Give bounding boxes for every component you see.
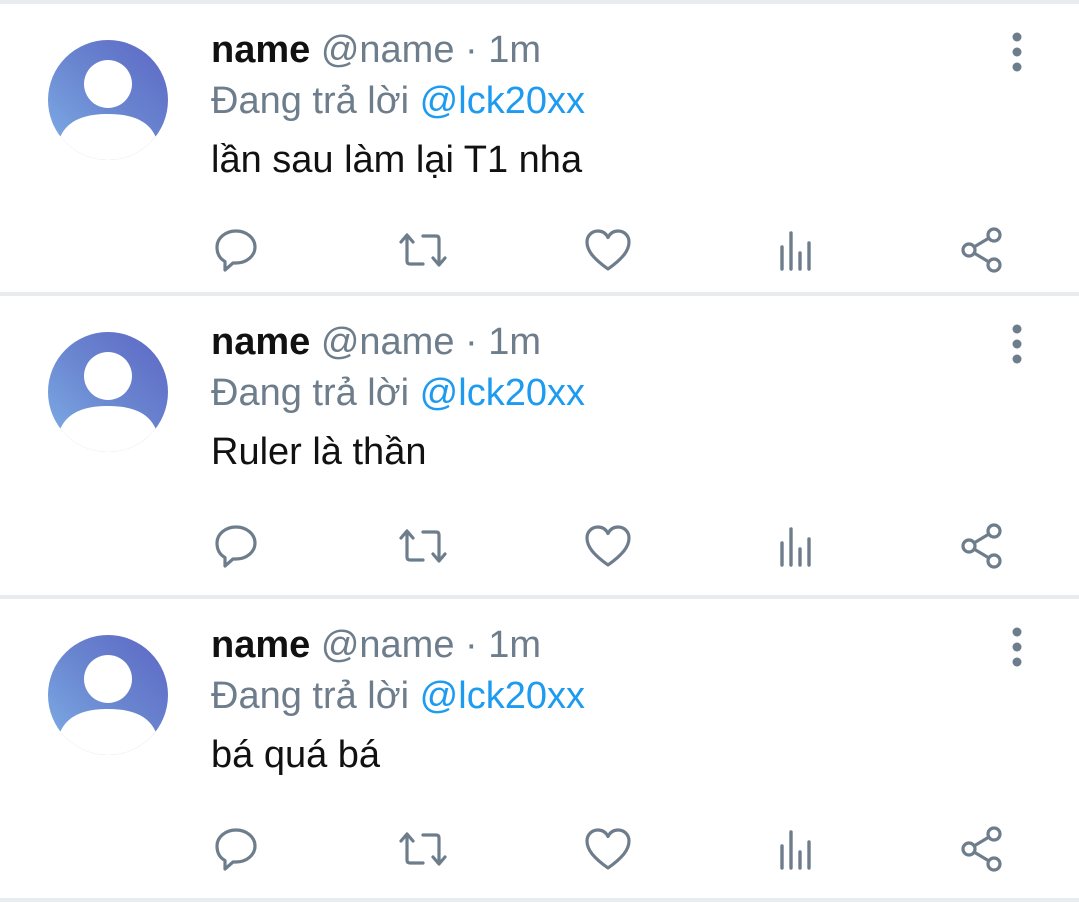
avatar[interactable] [48, 635, 168, 755]
separator-dot: · [465, 624, 478, 666]
avatar[interactable] [48, 332, 168, 452]
replying-to: Đang trả lời @lck20xx [211, 76, 1079, 126]
retweet-button[interactable] [393, 220, 453, 280]
retweet-button[interactable] [393, 516, 453, 576]
share-button[interactable] [952, 516, 1012, 576]
comment-bubble-icon [215, 525, 257, 568]
tweet-actions [0, 516, 1079, 576]
heart-icon [585, 229, 631, 271]
author-handle[interactable]: @name [321, 624, 455, 666]
default-user-avatar-icon [56, 352, 160, 452]
bar-chart-icon [780, 231, 811, 271]
tweet-content: name @name · 1m Đang trả lời @lck20xx Ru… [211, 318, 1079, 478]
author-name[interactable]: name [211, 29, 310, 71]
reply-button[interactable] [206, 220, 266, 280]
separator-dot: · [465, 29, 478, 71]
replying-to: Đang trả lời @lck20xx [211, 368, 1079, 418]
replying-to-label: Đang trả lời [211, 80, 410, 122]
tweet-text: bá quá bá [211, 734, 381, 776]
author-handle[interactable]: @name [321, 321, 455, 363]
tweet-item[interactable]: name @name · 1m Đang trả lời @lck20xx bá… [0, 599, 1079, 902]
separator-dot: · [465, 321, 478, 363]
tweet-content: name @name · 1m Đang trả lời @lck20xx lầ… [211, 26, 1079, 186]
more-options-button[interactable] [1005, 32, 1029, 72]
tweet-header: name @name · 1m [211, 318, 1079, 366]
views-button[interactable] [766, 516, 826, 576]
replying-to: Đang trả lời @lck20xx [211, 671, 1079, 721]
vertical-ellipsis-icon [1012, 324, 1022, 364]
share-icon [961, 523, 1002, 569]
like-button[interactable] [578, 220, 638, 280]
author-handle[interactable]: @name [321, 29, 455, 71]
share-icon [961, 227, 1002, 273]
retweet-button[interactable] [393, 819, 453, 879]
timestamp[interactable]: 1m [488, 624, 541, 666]
comment-bubble-icon [215, 828, 257, 871]
share-button[interactable] [952, 220, 1012, 280]
views-button[interactable] [766, 220, 826, 280]
share-icon [961, 826, 1002, 872]
like-button[interactable] [578, 819, 638, 879]
tweet-item[interactable]: name @name · 1m Đang trả lời @lck20xx lầ… [0, 0, 1079, 296]
vertical-ellipsis-icon [1012, 32, 1022, 72]
retweet-icon [399, 529, 447, 563]
comment-bubble-icon [215, 229, 257, 272]
default-user-avatar-icon [56, 655, 160, 755]
views-button[interactable] [766, 819, 826, 879]
default-user-avatar-icon [56, 60, 160, 160]
tweet-actions [0, 819, 1079, 879]
tweet-item[interactable]: name @name · 1m Đang trả lời @lck20xx Ru… [0, 296, 1079, 599]
timestamp[interactable]: 1m [488, 29, 541, 71]
vertical-ellipsis-icon [1012, 627, 1022, 667]
mention-link[interactable]: @lck20xx [420, 675, 585, 717]
author-name[interactable]: name [211, 321, 310, 363]
replying-to-label: Đang trả lời [211, 372, 410, 414]
heart-icon [585, 828, 631, 870]
timestamp[interactable]: 1m [488, 321, 541, 363]
replying-to-label: Đang trả lời [211, 675, 410, 717]
bar-chart-icon [780, 830, 811, 870]
reply-button[interactable] [206, 819, 266, 879]
tweet-feed: name @name · 1m Đang trả lời @lck20xx lầ… [0, 0, 1079, 902]
author-name[interactable]: name [211, 624, 310, 666]
mention-link[interactable]: @lck20xx [420, 80, 585, 122]
tweet-actions [0, 220, 1079, 280]
reply-button[interactable] [206, 516, 266, 576]
tweet-text: lần sau làm lại T1 nha [211, 139, 583, 181]
more-options-button[interactable] [1005, 324, 1029, 364]
tweet-header: name @name · 1m [211, 26, 1079, 74]
tweet-text: Ruler là thần [211, 431, 427, 473]
avatar[interactable] [48, 40, 168, 160]
share-button[interactable] [952, 819, 1012, 879]
bar-chart-icon [780, 527, 811, 567]
tweet-content: name @name · 1m Đang trả lời @lck20xx bá… [211, 621, 1079, 781]
tweet-header: name @name · 1m [211, 621, 1079, 669]
like-button[interactable] [578, 516, 638, 576]
more-options-button[interactable] [1005, 627, 1029, 667]
retweet-icon [399, 233, 447, 267]
retweet-icon [399, 832, 447, 866]
heart-icon [585, 525, 631, 567]
mention-link[interactable]: @lck20xx [420, 372, 585, 414]
